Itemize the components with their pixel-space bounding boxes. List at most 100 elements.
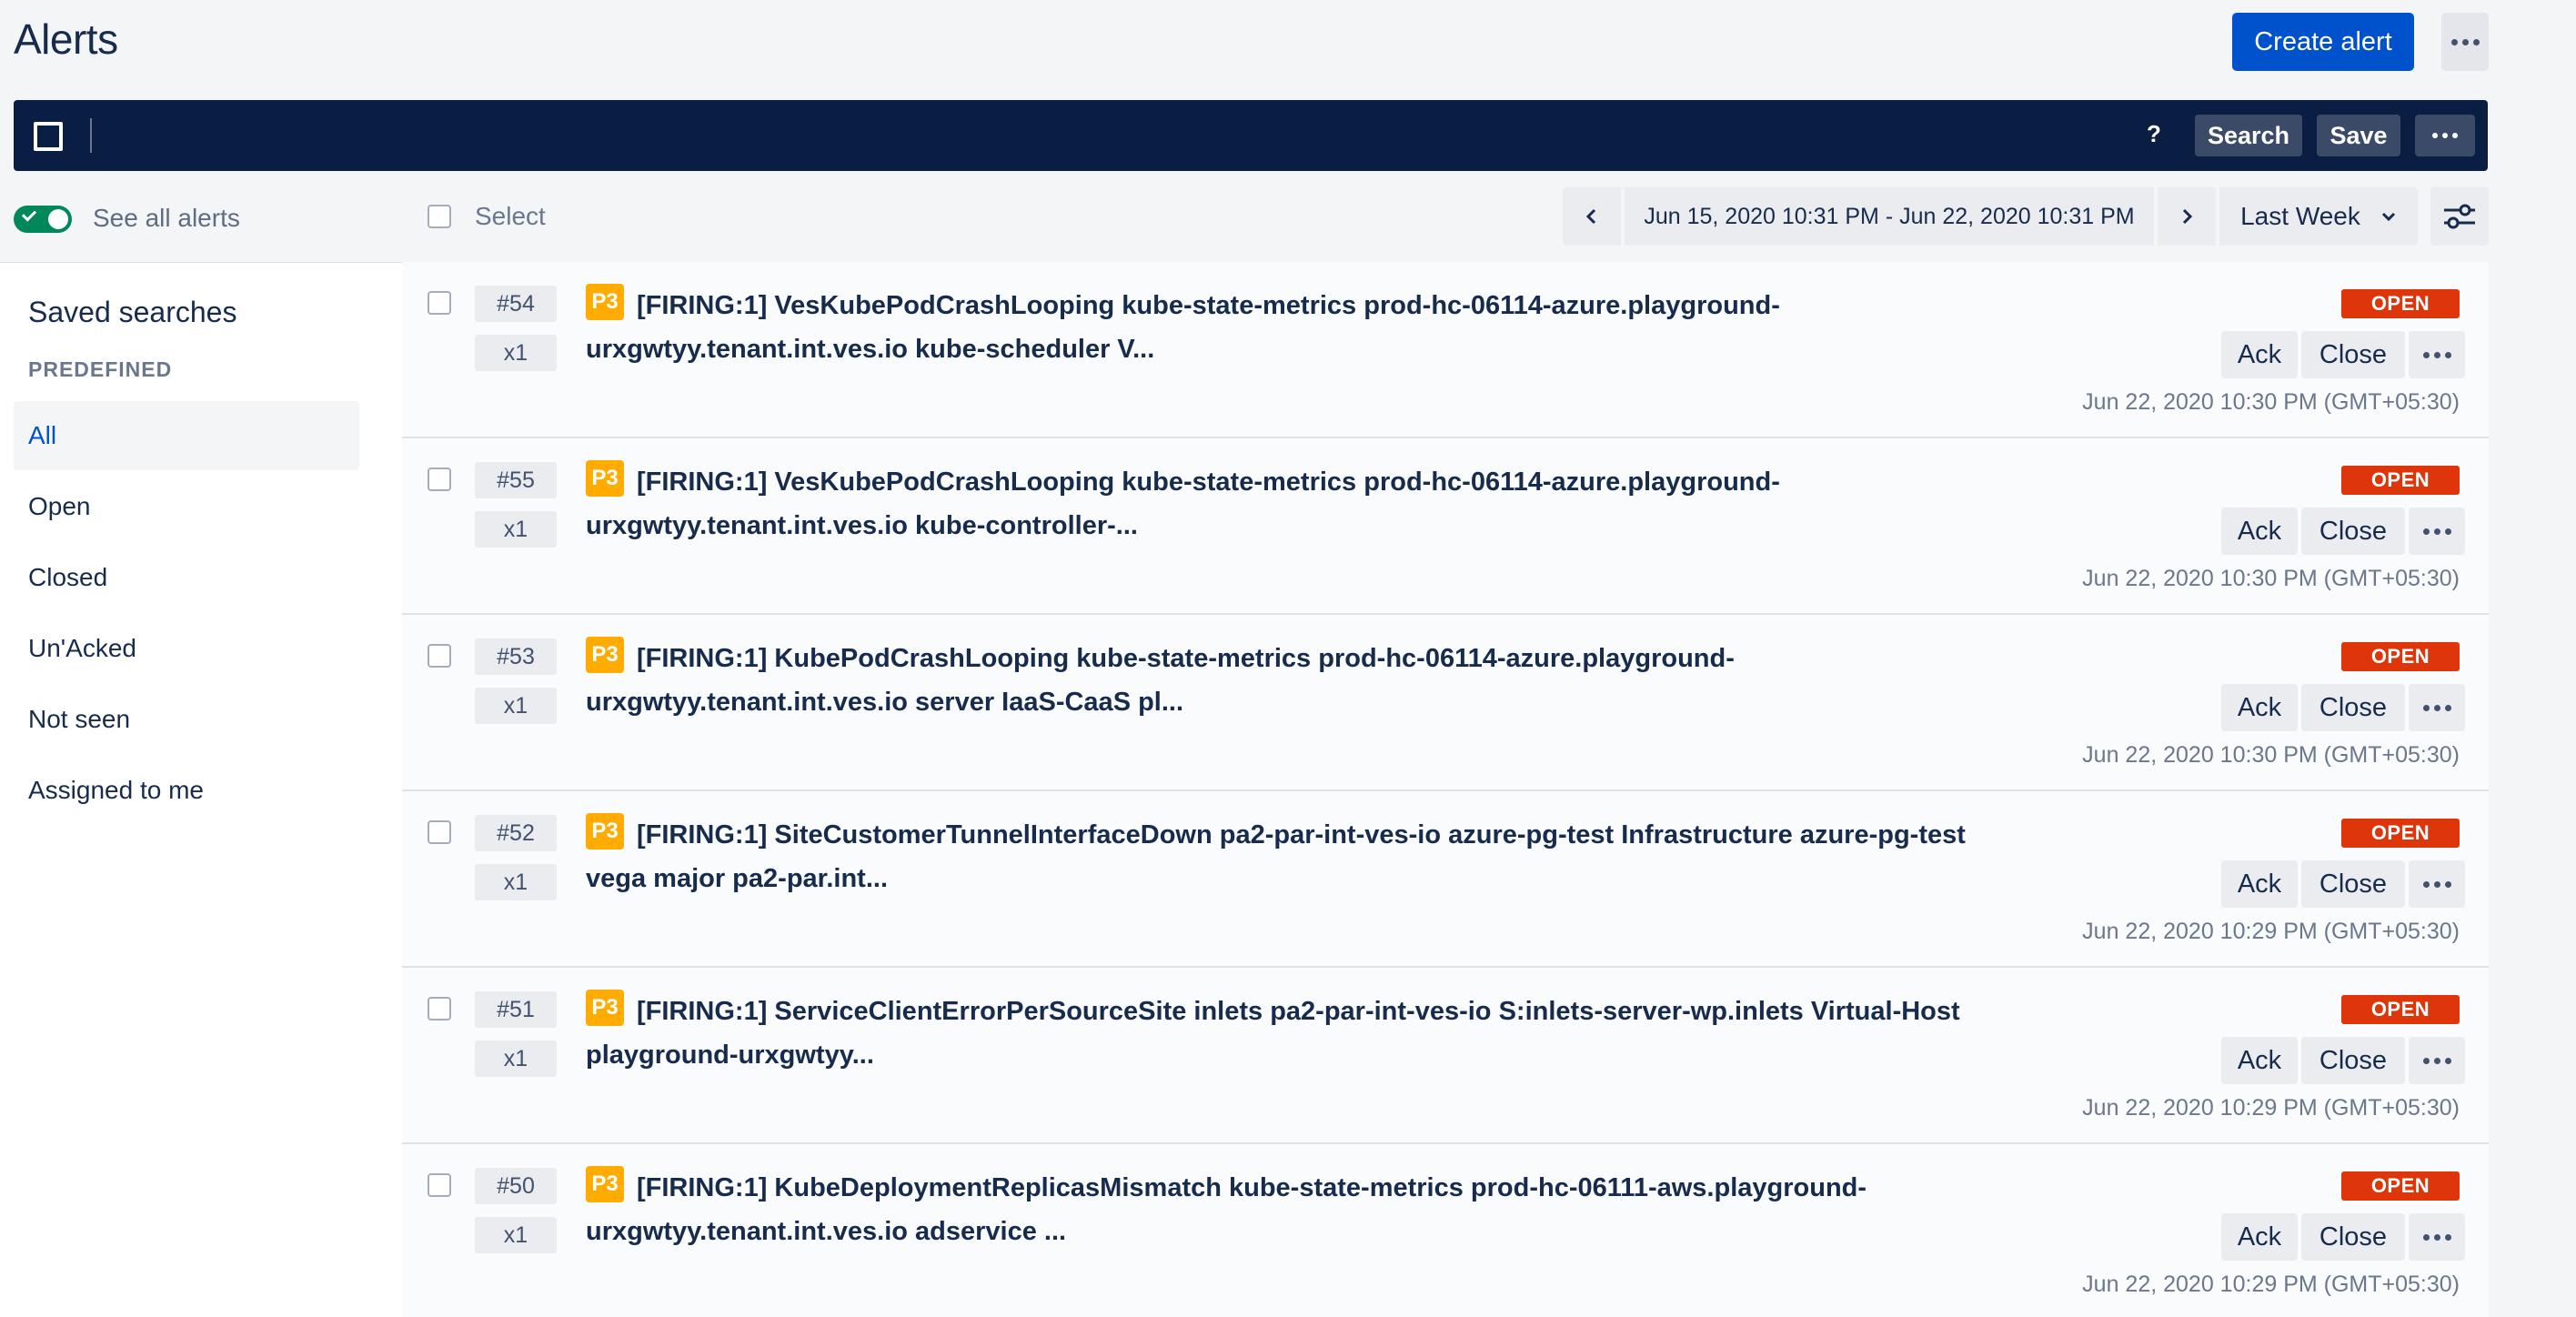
priority-badge: P3 — [586, 813, 624, 850]
close-button[interactable]: Close — [2301, 1213, 2405, 1261]
alert-count: x1 — [475, 511, 557, 548]
previous-period-button[interactable] — [1563, 187, 1621, 246]
save-search-button[interactable]: Save — [2317, 115, 2400, 156]
search-input-cursor[interactable] — [90, 118, 92, 153]
alert-count: x1 — [475, 1217, 557, 1253]
priority-badge: P3 — [586, 1166, 624, 1202]
status-badge: OPEN — [2341, 1171, 2460, 1201]
alert-checkbox[interactable] — [428, 467, 451, 491]
period-label: Last Week — [2240, 202, 2360, 230]
status-badge: OPEN — [2341, 289, 2460, 318]
alert-row[interactable]: #53 x1 [FIRING:1] KubePodCrashLooping ku… — [402, 615, 2489, 791]
select-label: Select — [475, 202, 546, 230]
close-button[interactable]: Close — [2301, 508, 2405, 555]
alert-message[interactable]: [FIRING:1] ServiceClientErrorPerSourceSi… — [586, 990, 2005, 1077]
close-button[interactable]: Close — [2301, 684, 2405, 731]
ack-button[interactable]: Ack — [2221, 508, 2298, 555]
alert-count: x1 — [475, 864, 557, 900]
more-horizontal-icon — [2422, 880, 2451, 888]
help-icon[interactable]: ? — [2147, 120, 2161, 148]
date-range-display[interactable]: Jun 15, 2020 10:31 PM - Jun 22, 2020 10:… — [1625, 187, 2154, 246]
header-more-button[interactable] — [2441, 13, 2489, 71]
alert-row[interactable]: #50 x1 [FIRING:1] KubeDeploymentReplicas… — [402, 1144, 2489, 1317]
status-badge: OPEN — [2341, 466, 2460, 495]
alert-list: #54 x1 [FIRING:1] VesKubePodCrashLooping… — [402, 262, 2489, 1317]
priority-badge: P3 — [586, 637, 624, 673]
ack-button[interactable]: Ack — [2221, 1037, 2298, 1084]
sidebar-item-assigned-to-me[interactable]: Assigned to me — [14, 756, 359, 825]
alert-row[interactable]: #55 x1 [FIRING:1] VesKubePodCrashLooping… — [402, 438, 2489, 615]
sidebar-item-not-seen[interactable]: Not seen — [14, 685, 359, 754]
chevron-right-icon — [2182, 208, 2193, 225]
status-badge: OPEN — [2341, 995, 2460, 1024]
alert-more-button[interactable] — [2409, 860, 2465, 908]
more-horizontal-icon — [2422, 1057, 2451, 1064]
status-badge: OPEN — [2341, 642, 2460, 671]
alert-row[interactable]: #51 x1 [FIRING:1] ServiceClientErrorPerS… — [402, 968, 2489, 1144]
alert-timestamp: Jun 22, 2020 10:29 PM (GMT+05:30) — [2082, 919, 2460, 944]
alert-checkbox[interactable] — [428, 997, 451, 1020]
alert-checkbox[interactable] — [428, 291, 451, 315]
close-button[interactable]: Close — [2301, 860, 2405, 908]
see-all-alerts-toggle[interactable] — [14, 206, 72, 233]
alert-checkbox[interactable] — [428, 644, 451, 668]
search-more-button[interactable] — [2415, 115, 2475, 156]
alert-more-button[interactable] — [2409, 508, 2465, 555]
priority-badge: P3 — [586, 990, 624, 1026]
alert-timestamp: Jun 22, 2020 10:30 PM (GMT+05:30) — [2082, 389, 2460, 415]
sidebar-item-unacked[interactable]: Un'Acked — [14, 614, 359, 683]
alert-message[interactable]: [FIRING:1] VesKubePodCrashLooping kube-s… — [586, 460, 2005, 548]
search-bar: ? Search Save — [14, 100, 2488, 171]
sidebar-item-all[interactable]: All — [14, 401, 359, 470]
ack-button[interactable]: Ack — [2221, 860, 2298, 908]
ack-button[interactable]: Ack — [2221, 684, 2298, 731]
create-alert-button[interactable]: Create alert — [2232, 13, 2414, 71]
period-select[interactable]: Last Week — [2219, 187, 2418, 246]
alert-number: #50 — [475, 1168, 557, 1204]
alert-more-button[interactable] — [2409, 331, 2465, 378]
alert-message[interactable]: [FIRING:1] VesKubePodCrashLooping kube-s… — [586, 284, 2005, 371]
more-horizontal-icon — [2432, 133, 2458, 138]
alert-number: #54 — [475, 286, 557, 322]
alert-timestamp: Jun 22, 2020 10:29 PM (GMT+05:30) — [2082, 1272, 2460, 1297]
more-horizontal-icon — [2422, 1233, 2451, 1241]
more-horizontal-icon — [2450, 38, 2480, 45]
alert-more-button[interactable] — [2409, 1037, 2465, 1084]
check-icon — [21, 206, 37, 222]
priority-badge: P3 — [586, 460, 624, 497]
alert-row[interactable]: #54 x1 [FIRING:1] VesKubePodCrashLooping… — [402, 262, 2489, 438]
sliders-icon — [2444, 204, 2475, 229]
search-bar-checkbox[interactable] — [34, 122, 63, 151]
alert-message[interactable]: [FIRING:1] KubeDeploymentReplicasMismatc… — [586, 1166, 2005, 1253]
alert-count: x1 — [475, 688, 557, 724]
page-title: Alerts — [14, 15, 118, 63]
alert-number: #55 — [475, 462, 557, 498]
saved-searches-title: Saved searches — [28, 296, 237, 328]
chevron-down-icon — [2381, 212, 2395, 222]
ack-button[interactable]: Ack — [2221, 331, 2298, 378]
next-period-button[interactable] — [2158, 187, 2216, 246]
chevron-left-icon — [1585, 208, 1596, 225]
search-button[interactable]: Search — [2195, 115, 2302, 156]
filter-settings-button[interactable] — [2430, 187, 2489, 246]
sidebar-item-closed[interactable]: Closed — [14, 543, 359, 612]
sidebar-item-open[interactable]: Open — [14, 472, 359, 541]
alert-checkbox[interactable] — [428, 1173, 451, 1197]
alert-more-button[interactable] — [2409, 684, 2465, 731]
ack-button[interactable]: Ack — [2221, 1213, 2298, 1261]
saved-searches-panel: Saved searches PREDEFINED All Open Close… — [0, 262, 402, 1317]
alert-checkbox[interactable] — [428, 820, 451, 844]
predefined-section-label: PREDEFINED — [28, 357, 173, 381]
alert-row[interactable]: #52 x1 [FIRING:1] SiteCustomerTunnelInte… — [402, 791, 2489, 968]
alert-count: x1 — [475, 335, 557, 371]
alert-message[interactable]: [FIRING:1] KubePodCrashLooping kube-stat… — [586, 637, 2005, 724]
alert-more-button[interactable] — [2409, 1213, 2465, 1261]
see-all-alerts-label: See all alerts — [93, 204, 240, 232]
select-all-checkbox[interactable] — [428, 205, 451, 228]
more-horizontal-icon — [2422, 704, 2451, 711]
alert-message[interactable]: [FIRING:1] SiteCustomerTunnelInterfaceDo… — [586, 813, 2005, 900]
priority-badge: P3 — [586, 284, 624, 320]
close-button[interactable]: Close — [2301, 331, 2405, 378]
more-horizontal-icon — [2422, 351, 2451, 358]
close-button[interactable]: Close — [2301, 1037, 2405, 1084]
